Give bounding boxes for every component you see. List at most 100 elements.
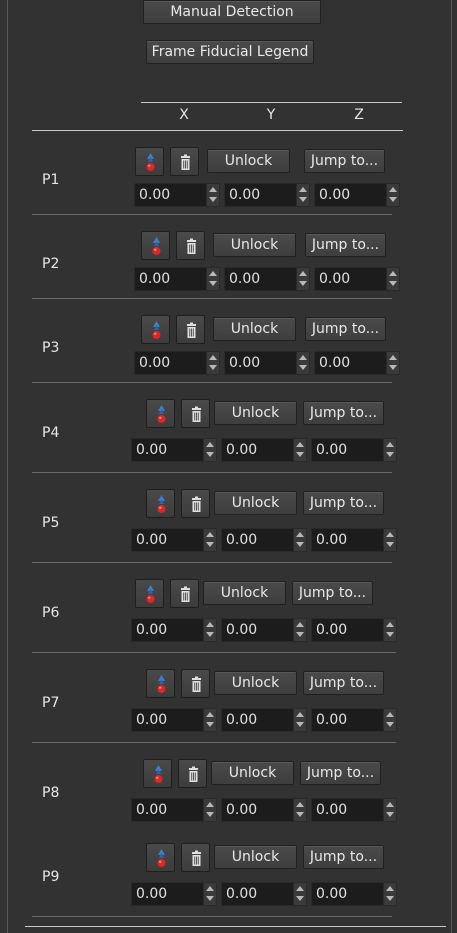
spin-up-icon[interactable] [386,802,394,807]
spin-arrows[interactable] [203,799,216,821]
spin-up-icon[interactable] [299,355,307,360]
coord-y-value[interactable]: 0.00 [226,442,257,458]
spin-up-icon[interactable] [296,532,304,537]
spin-up-icon[interactable] [389,187,397,192]
coord-z-value[interactable]: 0.00 [316,532,347,548]
spin-down-icon[interactable] [209,281,217,286]
spin-arrows[interactable] [386,352,399,374]
coord-x-value[interactable]: 0.00 [139,355,170,371]
manual-detection-button[interactable]: Manual Detection [143,0,321,24]
place-fiducial-button[interactable] [135,579,164,608]
spin-down-icon[interactable] [206,632,214,637]
jump-to-button[interactable]: Jump to... [292,581,373,605]
unlock-button[interactable]: Unlock [211,761,294,785]
spin-arrows[interactable] [203,883,216,905]
coord-z-spinbox[interactable]: 0.00 [311,438,397,462]
spin-down-icon[interactable] [206,542,214,547]
coord-z-value[interactable]: 0.00 [319,271,350,287]
place-fiducial-button[interactable] [141,231,170,260]
coord-x-value[interactable]: 0.00 [139,271,170,287]
spin-up-icon[interactable] [386,886,394,891]
coord-z-value[interactable]: 0.00 [316,712,347,728]
spin-down-icon[interactable] [206,722,214,727]
jump-to-button[interactable]: Jump to... [303,845,384,869]
spin-arrows[interactable] [383,439,396,461]
spin-arrows[interactable] [203,619,216,641]
spin-up-icon[interactable] [299,271,307,276]
spin-down-icon[interactable] [386,452,394,457]
spin-up-icon[interactable] [206,442,214,447]
spin-up-icon[interactable] [389,355,397,360]
delete-fiducial-button[interactable] [181,399,210,428]
spin-up-icon[interactable] [389,271,397,276]
spin-down-icon[interactable] [296,896,304,901]
coord-y-value[interactable]: 0.00 [226,886,257,902]
spin-arrows[interactable] [206,268,219,290]
coord-y-value[interactable]: 0.00 [229,271,260,287]
spin-arrows[interactable] [293,529,306,551]
spin-down-icon[interactable] [296,812,304,817]
spin-down-icon[interactable] [389,281,397,286]
spin-arrows[interactable] [296,352,309,374]
spin-down-icon[interactable] [296,452,304,457]
spin-arrows[interactable] [386,268,399,290]
spin-up-icon[interactable] [296,712,304,717]
coord-z-spinbox[interactable]: 0.00 [314,267,400,291]
spin-up-icon[interactable] [299,187,307,192]
spin-arrows[interactable] [293,709,306,731]
coord-x-spinbox[interactable]: 0.00 [134,183,220,207]
coord-x-value[interactable]: 0.00 [136,802,167,818]
spin-arrows[interactable] [383,619,396,641]
place-fiducial-button[interactable] [143,759,172,788]
spin-up-icon[interactable] [206,802,214,807]
spin-up-icon[interactable] [386,712,394,717]
coord-x-spinbox[interactable]: 0.00 [131,708,217,732]
jump-to-button[interactable]: Jump to... [303,671,384,695]
spin-up-icon[interactable] [209,271,217,276]
coord-z-spinbox[interactable]: 0.00 [311,798,397,822]
place-fiducial-button[interactable] [146,489,175,518]
spin-up-icon[interactable] [206,886,214,891]
jump-to-button[interactable]: Jump to... [303,491,384,515]
spin-arrows[interactable] [383,799,396,821]
coord-z-spinbox[interactable]: 0.00 [311,528,397,552]
coord-y-spinbox[interactable]: 0.00 [221,708,307,732]
spin-down-icon[interactable] [386,722,394,727]
frame-fiducial-legend-button[interactable]: Frame Fiducial Legend [146,40,314,64]
delete-fiducial-button[interactable] [170,147,199,176]
spin-down-icon[interactable] [206,452,214,457]
delete-fiducial-button[interactable] [170,579,199,608]
spin-down-icon[interactable] [389,365,397,370]
coord-x-spinbox[interactable]: 0.00 [131,528,217,552]
delete-fiducial-button[interactable] [176,315,205,344]
spin-arrows[interactable] [203,709,216,731]
coord-y-spinbox[interactable]: 0.00 [221,882,307,906]
coord-y-spinbox[interactable]: 0.00 [224,267,310,291]
coord-y-value[interactable]: 0.00 [226,802,257,818]
spin-arrows[interactable] [293,439,306,461]
spin-arrows[interactable] [383,709,396,731]
unlock-button[interactable]: Unlock [214,491,297,515]
unlock-button[interactable]: Unlock [214,671,297,695]
delete-fiducial-button[interactable] [181,669,210,698]
spin-up-icon[interactable] [296,442,304,447]
spin-arrows[interactable] [293,619,306,641]
coord-x-value[interactable]: 0.00 [136,532,167,548]
coord-z-spinbox[interactable]: 0.00 [311,618,397,642]
spin-arrows[interactable] [383,529,396,551]
place-fiducial-button[interactable] [135,147,164,176]
spin-up-icon[interactable] [296,886,304,891]
jump-to-button[interactable]: Jump to... [305,317,386,341]
coord-y-spinbox[interactable]: 0.00 [221,438,307,462]
spin-up-icon[interactable] [296,622,304,627]
spin-up-icon[interactable] [296,802,304,807]
coord-z-value[interactable]: 0.00 [316,886,347,902]
coord-x-spinbox[interactable]: 0.00 [131,798,217,822]
spin-arrows[interactable] [206,352,219,374]
coord-y-spinbox[interactable]: 0.00 [221,618,307,642]
coord-x-value[interactable]: 0.00 [136,622,167,638]
coord-z-value[interactable]: 0.00 [316,442,347,458]
spin-arrows[interactable] [293,883,306,905]
coord-z-spinbox[interactable]: 0.00 [314,351,400,375]
spin-down-icon[interactable] [296,632,304,637]
